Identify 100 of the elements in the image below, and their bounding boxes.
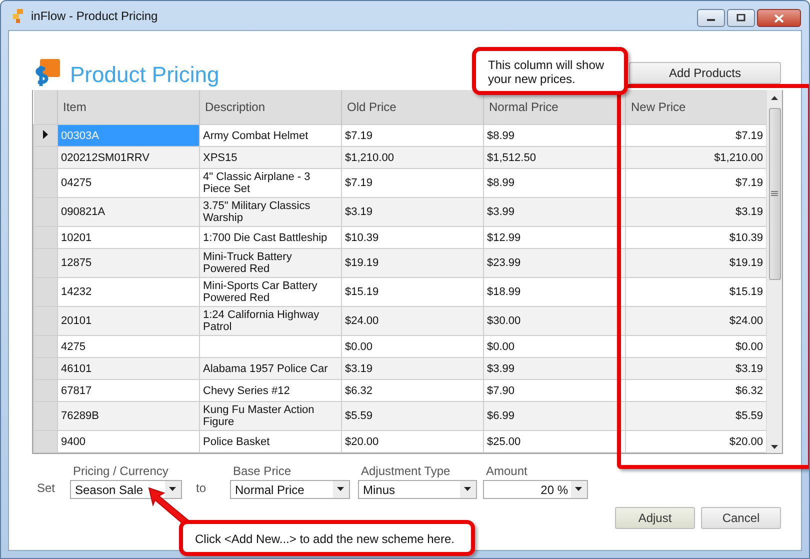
table-cell: $7.19 bbox=[342, 124, 484, 146]
column-header[interactable]: Old Price bbox=[342, 90, 484, 124]
minimize-button[interactable] bbox=[697, 9, 725, 27]
table-cell: Mini-Truck Battery Powered Red bbox=[200, 248, 342, 278]
table-cell: 46101 bbox=[58, 358, 200, 380]
table-cell: $3.19 bbox=[342, 198, 484, 226]
close-icon bbox=[774, 14, 784, 22]
column-header[interactable]: Item bbox=[58, 90, 200, 124]
table-cell: $5.59 bbox=[626, 402, 766, 430]
dropdown[interactable]: Normal Price bbox=[230, 480, 350, 499]
set-label: Set bbox=[36, 481, 56, 497]
maximize-icon bbox=[736, 14, 746, 22]
column-header[interactable]: Description bbox=[200, 90, 342, 124]
table-cell: 00303A bbox=[58, 124, 200, 146]
caret-icon[interactable] bbox=[333, 481, 349, 498]
table-cell: $8.99 bbox=[484, 168, 626, 198]
table-cell: $6.32 bbox=[342, 380, 484, 402]
table-cell: $6.32 bbox=[626, 380, 766, 402]
table-cell: XPS15 bbox=[200, 146, 342, 168]
callout-tooltip: This column will show your new prices. bbox=[472, 47, 628, 95]
table-cell: $1,512.50 bbox=[484, 146, 626, 168]
table-cell: 4" Classic Airplane - 3 Piece Set bbox=[200, 168, 342, 198]
table-cell: $3.19 bbox=[626, 358, 766, 380]
table-cell: 67817 bbox=[58, 380, 200, 402]
table-cell: 3.75" Military Classics Warship bbox=[200, 198, 342, 226]
table-cell: Kung Fu Master Action Figure bbox=[200, 402, 342, 430]
table-cell: $3.99 bbox=[484, 358, 626, 380]
table-cell: $23.99 bbox=[484, 248, 626, 278]
table-cell: Police Basket bbox=[200, 430, 342, 452]
table-cell: 4275 bbox=[58, 336, 200, 358]
table-cell: $20.00 bbox=[626, 430, 766, 452]
table-cell: $0.00 bbox=[484, 336, 626, 358]
table-cell: 76289B bbox=[58, 402, 200, 430]
table-cell: Alabama 1957 Police Car bbox=[200, 358, 342, 380]
table-cell: 020212SM01RRV bbox=[58, 146, 200, 168]
table-cell: $30.00 bbox=[484, 306, 626, 336]
table-cell: Army Combat Helmet bbox=[200, 124, 342, 146]
table-cell: $1,210.00 bbox=[342, 146, 484, 168]
field-label: Pricing / Currency bbox=[72, 464, 170, 478]
table-cell: 04275 bbox=[58, 168, 200, 198]
field-label: Amount bbox=[485, 464, 528, 478]
scroll-down-icon[interactable] bbox=[771, 445, 778, 449]
to-label: to bbox=[195, 481, 208, 497]
table-cell: $5.59 bbox=[342, 402, 484, 430]
table-cell: $20.00 bbox=[342, 430, 484, 452]
app-logo-icon bbox=[11, 8, 25, 24]
callout-tooltip: Click <Add New...> to add the new scheme here. bbox=[179, 520, 475, 556]
table-cell: $0.00 bbox=[342, 336, 484, 358]
table-cell: $10.39 bbox=[342, 226, 484, 248]
caret-icon[interactable] bbox=[460, 481, 476, 498]
table-cell: $24.00 bbox=[626, 306, 766, 336]
field-label: Adjustment Type bbox=[360, 464, 452, 478]
table-cell: $18.99 bbox=[484, 278, 626, 306]
table-cell: $10.39 bbox=[626, 226, 766, 248]
adjust-button[interactable]: Adjust bbox=[615, 507, 695, 529]
table-cell: $15.19 bbox=[626, 278, 766, 306]
table-cell: $7.19 bbox=[626, 168, 766, 198]
table-cell: $3.99 bbox=[484, 198, 626, 226]
maximize-button[interactable] bbox=[727, 9, 755, 27]
row-header[interactable] bbox=[34, 124, 58, 146]
page-title: Product Pricing bbox=[70, 63, 220, 87]
add-products-button[interactable]: Add Products bbox=[629, 62, 781, 84]
table-cell: $7.90 bbox=[484, 380, 626, 402]
table-cell: 12875 bbox=[58, 248, 200, 278]
table-cell: 1:700 Die Cast Battleship bbox=[200, 226, 342, 248]
table-cell: 10201 bbox=[58, 226, 200, 248]
table-cell: $24.00 bbox=[342, 306, 484, 336]
table-cell: 20101 bbox=[58, 306, 200, 336]
table-cell: $19.19 bbox=[626, 248, 766, 278]
caret-icon[interactable] bbox=[165, 481, 181, 498]
table-cell: 090821A bbox=[58, 198, 200, 226]
table-cell: $8.99 bbox=[484, 124, 626, 146]
table-cell: $15.19 bbox=[342, 278, 484, 306]
table-cell: $12.99 bbox=[484, 226, 626, 248]
close-button[interactable] bbox=[757, 9, 801, 27]
table-cell: Mini-Sports Car Battery Powered Red bbox=[200, 278, 342, 306]
column-header[interactable]: New Price bbox=[626, 90, 766, 124]
table-cell: $7.19 bbox=[342, 168, 484, 198]
amount-field[interactable]: 20 % bbox=[483, 480, 588, 499]
header-corner bbox=[34, 90, 58, 124]
table-cell: 9400 bbox=[58, 430, 200, 452]
caret-icon[interactable] bbox=[571, 481, 587, 498]
pricing-dropdown[interactable]: Season Sale bbox=[70, 480, 182, 499]
table-cell: 1:24 California Highway Patrol bbox=[200, 306, 342, 336]
field-label: Base Price bbox=[232, 464, 292, 478]
scrollbar[interactable] bbox=[766, 90, 782, 453]
dropdown[interactable]: Minus bbox=[358, 480, 477, 499]
cancel-button[interactable]: Cancel bbox=[701, 507, 781, 529]
table-cell: $3.19 bbox=[342, 358, 484, 380]
table-cell: $6.99 bbox=[484, 402, 626, 430]
table-cell: $25.00 bbox=[484, 430, 626, 452]
table-cell: $7.19 bbox=[626, 124, 766, 146]
table-cell: $19.19 bbox=[342, 248, 484, 278]
scroll-thumb[interactable] bbox=[768, 108, 781, 280]
table-cell: $1,210.00 bbox=[626, 146, 766, 168]
table-cell: $3.19 bbox=[626, 198, 766, 226]
table-cell: $0.00 bbox=[626, 336, 766, 358]
window-title: inFlow - Product Pricing bbox=[31, 8, 158, 22]
scroll-up-icon[interactable] bbox=[771, 96, 778, 100]
table-cell: 14232 bbox=[58, 278, 200, 306]
